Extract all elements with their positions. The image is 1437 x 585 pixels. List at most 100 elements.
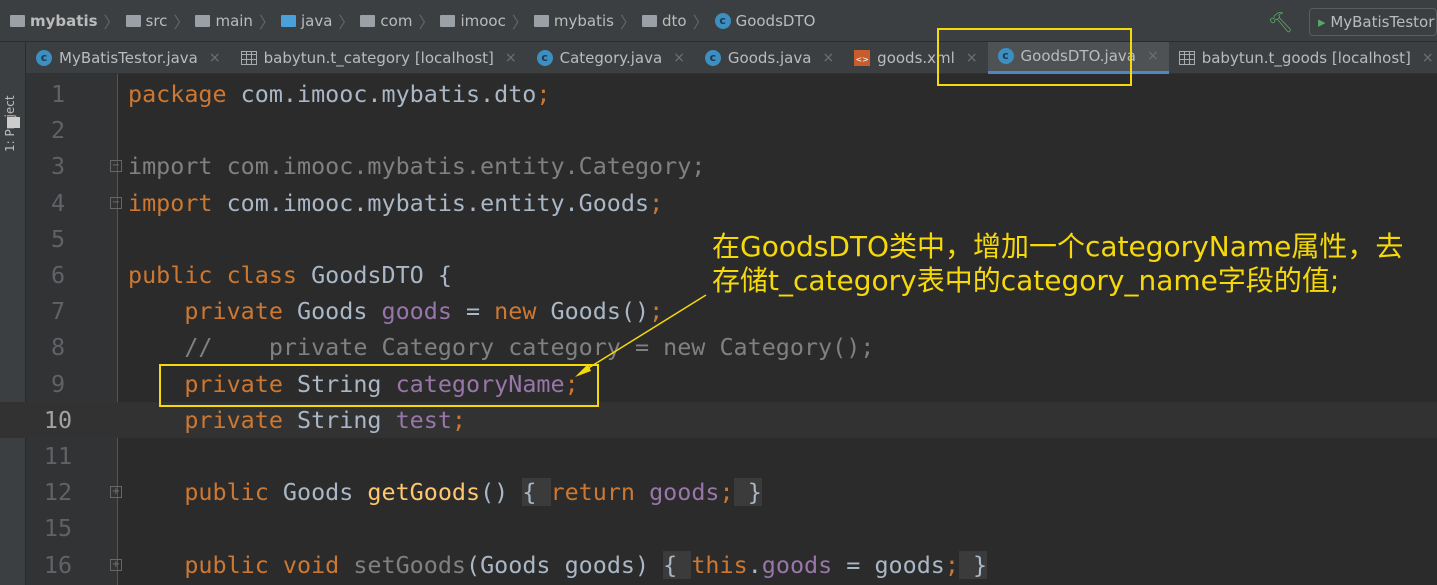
line-number: 16 bbox=[43, 550, 73, 579]
code-token: () bbox=[480, 478, 523, 507]
code-token: getGoods bbox=[367, 478, 481, 507]
run-config-selector[interactable]: ▸ MyBatisTestor bbox=[1309, 8, 1437, 36]
breadcrumb-label: src bbox=[145, 11, 168, 30]
tab-mybatistestor-java[interactable]: c MyBatisTestor.java × bbox=[26, 42, 231, 74]
code-token: private bbox=[128, 297, 283, 326]
code-line[interactable]: 4 − import com.imooc.mybatis.entity.Goods; bbox=[0, 185, 1437, 221]
code-token: com.imooc.mybatis.entity.Goods bbox=[212, 188, 650, 217]
code-token: ; bbox=[719, 478, 734, 507]
collapse-fold-icon[interactable]: − bbox=[110, 196, 122, 209]
line-number: 7 bbox=[50, 297, 66, 326]
breadcrumb-item[interactable]: main bbox=[195, 12, 253, 30]
breadcrumb-item[interactable]: java bbox=[280, 12, 332, 30]
class-icon: c bbox=[714, 12, 731, 29]
code-text: // private Category category = new Categ… bbox=[128, 329, 874, 365]
code-text: private Goods goods = new Goods(); bbox=[128, 293, 663, 329]
breadcrumb-item[interactable]: mybatis bbox=[533, 12, 614, 30]
breadcrumb-label: imooc bbox=[460, 11, 506, 30]
close-icon[interactable]: × bbox=[673, 50, 685, 66]
breadcrumb-item[interactable]: src bbox=[125, 11, 168, 30]
code-text: public Goods getGoods() { return goods; … bbox=[128, 474, 762, 510]
code-token: } bbox=[958, 550, 988, 579]
code-line[interactable]: 15 bbox=[0, 510, 1437, 546]
hammer-icon[interactable]: 🔨︎ bbox=[1268, 10, 1293, 34]
breadcrumb-label: com bbox=[380, 11, 413, 30]
expand-fold-icon[interactable]: + bbox=[110, 486, 122, 499]
tab-label: babytun.t_goods [localhost] bbox=[1201, 48, 1411, 67]
code-line[interactable]: 3 − import com.imooc.mybatis.entity.Catego… bbox=[0, 148, 1437, 184]
table-icon bbox=[1178, 50, 1195, 65]
code-text: public void setGoods(Goods goods) { this… bbox=[128, 547, 988, 583]
chevron-right-icon: 〉 bbox=[619, 12, 636, 32]
code-token: ; bbox=[451, 405, 467, 434]
breadcrumb-item[interactable]: dto bbox=[641, 11, 687, 30]
code-line[interactable]: 8 // private Category category = new Cat… bbox=[0, 329, 1437, 365]
code-token: import com.imooc.mybatis.entity.Category… bbox=[128, 152, 706, 181]
tab-goods-java[interactable]: c Goods.java × bbox=[695, 42, 844, 74]
breadcrumb-item[interactable]: c GoodsDTO bbox=[714, 12, 815, 30]
code-token: ; bbox=[536, 80, 551, 108]
line-number: 8 bbox=[50, 333, 66, 362]
code-token: goods bbox=[649, 478, 720, 507]
close-icon[interactable]: × bbox=[209, 50, 221, 66]
breadcrumb-item[interactable]: imooc bbox=[440, 11, 506, 30]
line-number: 3 bbox=[50, 152, 66, 181]
breadcrumb-item[interactable]: com bbox=[360, 12, 412, 30]
tab-category-java[interactable]: c Category.java × bbox=[527, 42, 695, 74]
line-number: 2 bbox=[50, 116, 66, 145]
code-highlight-box bbox=[159, 364, 599, 407]
tab-babytun-t-goods-localhost-[interactable]: babytun.t_goods [localhost] × bbox=[1169, 42, 1437, 74]
code-line[interactable]: 7 private Goods goods = new Goods(); bbox=[0, 293, 1437, 329]
chevron-right-icon: 〉 bbox=[692, 12, 709, 32]
line-number: 1 bbox=[50, 80, 66, 108]
code-token: public bbox=[128, 478, 269, 507]
collapse-fold-icon[interactable]: − bbox=[110, 160, 122, 173]
code-token: Goods bbox=[268, 478, 368, 507]
code-token: GoodsDTO { bbox=[297, 261, 452, 289]
breadcrumb-label: dto bbox=[661, 11, 687, 30]
code-editor[interactable]: 1 package com.imooc.mybatis.dto; 2 3− import… bbox=[0, 74, 1437, 585]
chevron-right-icon: 〉 bbox=[103, 12, 120, 32]
code-token: import bbox=[128, 188, 213, 217]
package-icon bbox=[360, 14, 376, 27]
code-line[interactable]: 2 bbox=[0, 112, 1437, 148]
breadcrumb-item[interactable]: mybatis bbox=[10, 12, 98, 30]
class-icon: c bbox=[536, 49, 553, 66]
code-token: goods bbox=[761, 550, 833, 579]
close-icon[interactable]: × bbox=[505, 50, 517, 66]
expand-fold-icon[interactable]: + bbox=[110, 558, 122, 571]
code-token: test bbox=[395, 405, 452, 434]
code-line[interactable]: 10 private String test; bbox=[0, 401, 1437, 438]
code-line[interactable]: 1 package com.imooc.mybatis.dto; bbox=[0, 76, 1437, 112]
code-token: setGoods bbox=[353, 550, 467, 579]
code-token: ; bbox=[649, 188, 664, 217]
table-icon bbox=[240, 50, 257, 65]
line-number: 12 bbox=[43, 478, 73, 507]
code-line[interactable]: 11 bbox=[0, 438, 1437, 474]
code-token: goods bbox=[381, 297, 452, 326]
code-line[interactable]: 16 + public void setGoods(Goods goods) { … bbox=[0, 547, 1437, 583]
code-token: String bbox=[282, 405, 396, 434]
run-config-label: MyBatisTestor bbox=[1330, 13, 1435, 31]
close-icon[interactable]: × bbox=[1147, 48, 1159, 64]
code-text: package com.imooc.mybatis.dto; bbox=[128, 76, 550, 112]
code-text: import com.imooc.mybatis.entity.Category… bbox=[128, 148, 705, 184]
editor-tabs: c MyBatisTestor.java × babytun.t_category [… bbox=[26, 41, 1437, 74]
close-icon[interactable]: × bbox=[822, 50, 834, 66]
line-number: 11 bbox=[43, 442, 73, 470]
chevron-right-icon: 〉 bbox=[258, 12, 275, 32]
code-token: private bbox=[128, 405, 283, 434]
package-icon bbox=[641, 14, 657, 27]
code-line[interactable]: 12 + public Goods getGoods() { return goo… bbox=[0, 474, 1437, 510]
code-token: = goods bbox=[832, 550, 945, 579]
line-number: 4 bbox=[50, 188, 66, 217]
xml-icon: <> bbox=[854, 49, 871, 66]
code-token: package bbox=[128, 80, 227, 108]
chevron-right-icon: 〉 bbox=[511, 12, 528, 32]
folder-icon bbox=[195, 14, 211, 27]
code-token: } bbox=[733, 478, 762, 507]
close-icon[interactable]: × bbox=[1422, 50, 1434, 66]
tab-babytun-t-category-localhost-[interactable]: babytun.t_category [localhost] × bbox=[231, 42, 527, 74]
code-token: ; bbox=[649, 297, 664, 326]
